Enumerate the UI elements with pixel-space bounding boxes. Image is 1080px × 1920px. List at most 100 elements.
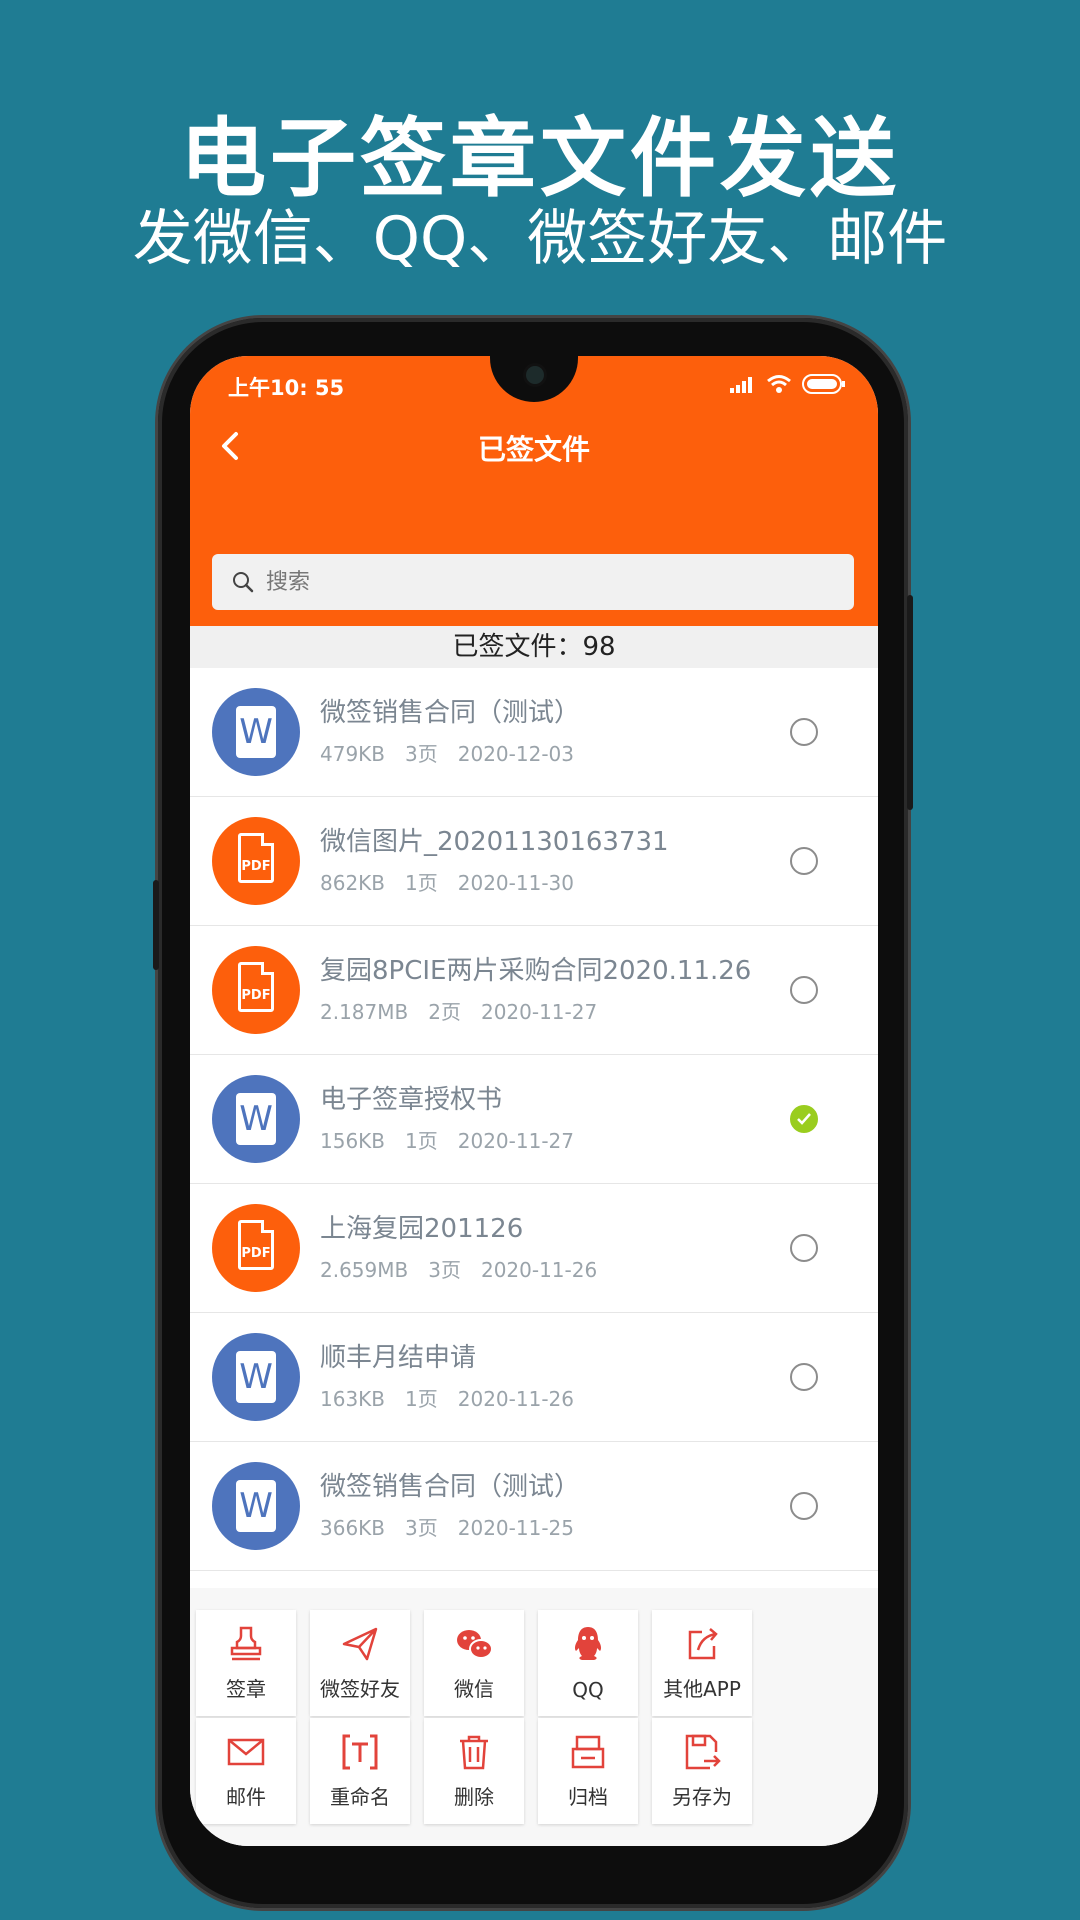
file-row[interactable]: W 微签销售合同（测试） 366KB 3页 2020-11-25 [190, 1442, 878, 1571]
file-date: 2020-12-03 [457, 742, 574, 766]
action-rename[interactable]: 重命名 [310, 1718, 410, 1824]
action-mail[interactable]: 邮件 [196, 1718, 296, 1824]
pdf-file-icon: PDF [212, 1204, 300, 1292]
file-meta: 163KB 1页 2020-11-26 [320, 1383, 594, 1412]
select-radio[interactable] [790, 1492, 818, 1520]
wifi-icon [767, 375, 791, 393]
action-save-as[interactable]: 另存为 [652, 1718, 752, 1824]
promo-subline: 发微信、QQ、微签好友、邮件 [132, 204, 948, 274]
file-row[interactable]: W 顺丰月结申请 163KB 1页 2020-11-26 [190, 1313, 878, 1442]
select-radio[interactable] [790, 718, 818, 746]
pdf-doc-glyph: PDF [238, 1220, 274, 1270]
action-label: 邮件 [226, 1785, 266, 1809]
word-file-icon: W [212, 1075, 300, 1163]
select-radio-checked[interactable] [790, 1105, 818, 1133]
file-name: 复园8PCIE两片采购合同2020.11.26 [320, 956, 752, 986]
action-trash[interactable]: 删除 [424, 1718, 524, 1824]
file-size: 366KB [320, 1516, 386, 1540]
action-label: 签章 [226, 1677, 266, 1701]
action-label: 删除 [454, 1785, 494, 1809]
camera-icon [526, 366, 544, 384]
action-paper-plane[interactable]: 微签好友 [310, 1610, 410, 1716]
action-share[interactable]: 其他APP [652, 1610, 752, 1716]
file-meta: 479KB 3页 2020-12-03 [320, 738, 594, 767]
file-meta: 156KB 1页 2020-11-27 [320, 1125, 594, 1154]
file-name: 顺丰月结申请 [320, 1343, 477, 1373]
select-radio[interactable] [790, 976, 818, 1004]
file-name: 上海复园201126 [320, 1214, 524, 1244]
file-pages: 3页 [428, 1258, 461, 1282]
checkmark-icon [797, 1113, 811, 1125]
file-pages: 1页 [405, 1387, 438, 1411]
file-size: 2.187MB [320, 1000, 409, 1024]
file-size: 862KB [320, 871, 386, 895]
file-date: 2020-11-26 [480, 1258, 598, 1282]
file-date: 2020-11-27 [480, 1000, 598, 1024]
file-pages: 1页 [405, 871, 438, 895]
word-file-icon: W [212, 1462, 300, 1550]
pdf-doc-glyph: PDF [238, 833, 274, 883]
select-radio[interactable] [790, 847, 818, 875]
file-pages: 2页 [428, 1000, 461, 1024]
phone-side-button [907, 595, 913, 810]
file-pages: 1页 [405, 1129, 438, 1153]
file-date: 2020-11-30 [457, 871, 574, 895]
phone-screen: 上午10: 55 已签文件 搜索 已签文件：98 W 微签销售合同（测试） 47… [190, 356, 878, 1846]
search-box[interactable] [212, 554, 854, 610]
file-pages: 3页 [405, 1516, 438, 1540]
select-radio[interactable] [790, 1234, 818, 1262]
file-row[interactable]: W 微签销售合同（测试） 479KB 3页 2020-12-03 [190, 668, 878, 797]
file-row[interactable]: PDF 微信图片_20201130163731 862KB 1页 2020-11-3… [190, 797, 878, 926]
pdf-file-icon: PDF [212, 817, 300, 905]
select-radio[interactable] [790, 1363, 818, 1391]
search-input[interactable] [264, 568, 828, 596]
file-meta: 862KB 1页 2020-11-30 [320, 867, 594, 896]
word-doc-glyph: W [236, 1093, 276, 1145]
app-bar: 上午10: 55 已签文件 [190, 356, 878, 626]
status-icons [730, 374, 846, 394]
word-doc-glyph: W [236, 706, 276, 758]
file-name: 微签销售合同（测试） [320, 1472, 581, 1502]
file-size: 156KB [320, 1129, 386, 1153]
signal-icon [730, 377, 752, 393]
file-pages: 3页 [405, 742, 438, 766]
file-date: 2020-11-26 [457, 1387, 574, 1411]
word-doc-glyph: W [236, 1480, 276, 1532]
action-archive[interactable]: 归档 [538, 1718, 638, 1824]
action-stamp[interactable]: 签章 [196, 1610, 296, 1716]
word-doc-glyph: W [236, 1351, 276, 1403]
action-qq[interactable]: QQ [538, 1610, 638, 1716]
file-row[interactable]: PDF 上海复园201126 2.659MB 3页 2020-11-26 [190, 1184, 878, 1313]
action-panel: 签章 微签好友 微信 QQ 其他APP 邮件 重命名 删除 归档 另存为 [190, 1588, 878, 1846]
pdf-doc-glyph: PDF [238, 962, 274, 1012]
file-name: 电子签章授权书 [320, 1085, 503, 1115]
battery-icon [802, 374, 845, 394]
action-label: 其他APP [663, 1677, 741, 1701]
file-meta: 2.659MB 3页 2020-11-26 [320, 1254, 617, 1283]
action-label: 归档 [568, 1785, 608, 1809]
action-wechat[interactable]: 微信 [424, 1610, 524, 1716]
file-size: 479KB [320, 742, 386, 766]
search-icon [233, 572, 254, 593]
file-row[interactable]: PDF 复园8PCIE两片采购合同2020.11.26 2.187MB 2页 202… [190, 926, 878, 1055]
file-row[interactable]: W 电子签章授权书 156KB 1页 2020-11-27 [190, 1055, 878, 1184]
file-date: 2020-11-25 [457, 1516, 574, 1540]
action-label: QQ [572, 1678, 604, 1702]
file-list: W 微签销售合同（测试） 479KB 3页 2020-12-03 PDF 微信图片_… [190, 668, 878, 1571]
file-name: 微签销售合同（测试） [320, 698, 581, 728]
action-label: 微信 [454, 1677, 494, 1701]
file-name: 微信图片_20201130163731 [320, 827, 669, 857]
action-label: 另存为 [672, 1785, 732, 1809]
word-file-icon: W [212, 688, 300, 776]
phone-side-button [153, 880, 159, 970]
action-label: 微签好友 [320, 1677, 400, 1701]
action-label: 重命名 [330, 1785, 390, 1809]
file-count: 已签文件：98 [190, 626, 878, 668]
page-title: 已签文件 [477, 433, 590, 466]
word-file-icon: W [212, 1333, 300, 1421]
file-size: 2.659MB [320, 1258, 409, 1282]
status-time: 上午10: 55 [228, 376, 345, 400]
file-date: 2020-11-27 [457, 1129, 574, 1153]
file-meta: 366KB 3页 2020-11-25 [320, 1512, 594, 1541]
file-meta: 2.187MB 2页 2020-11-27 [320, 996, 617, 1025]
